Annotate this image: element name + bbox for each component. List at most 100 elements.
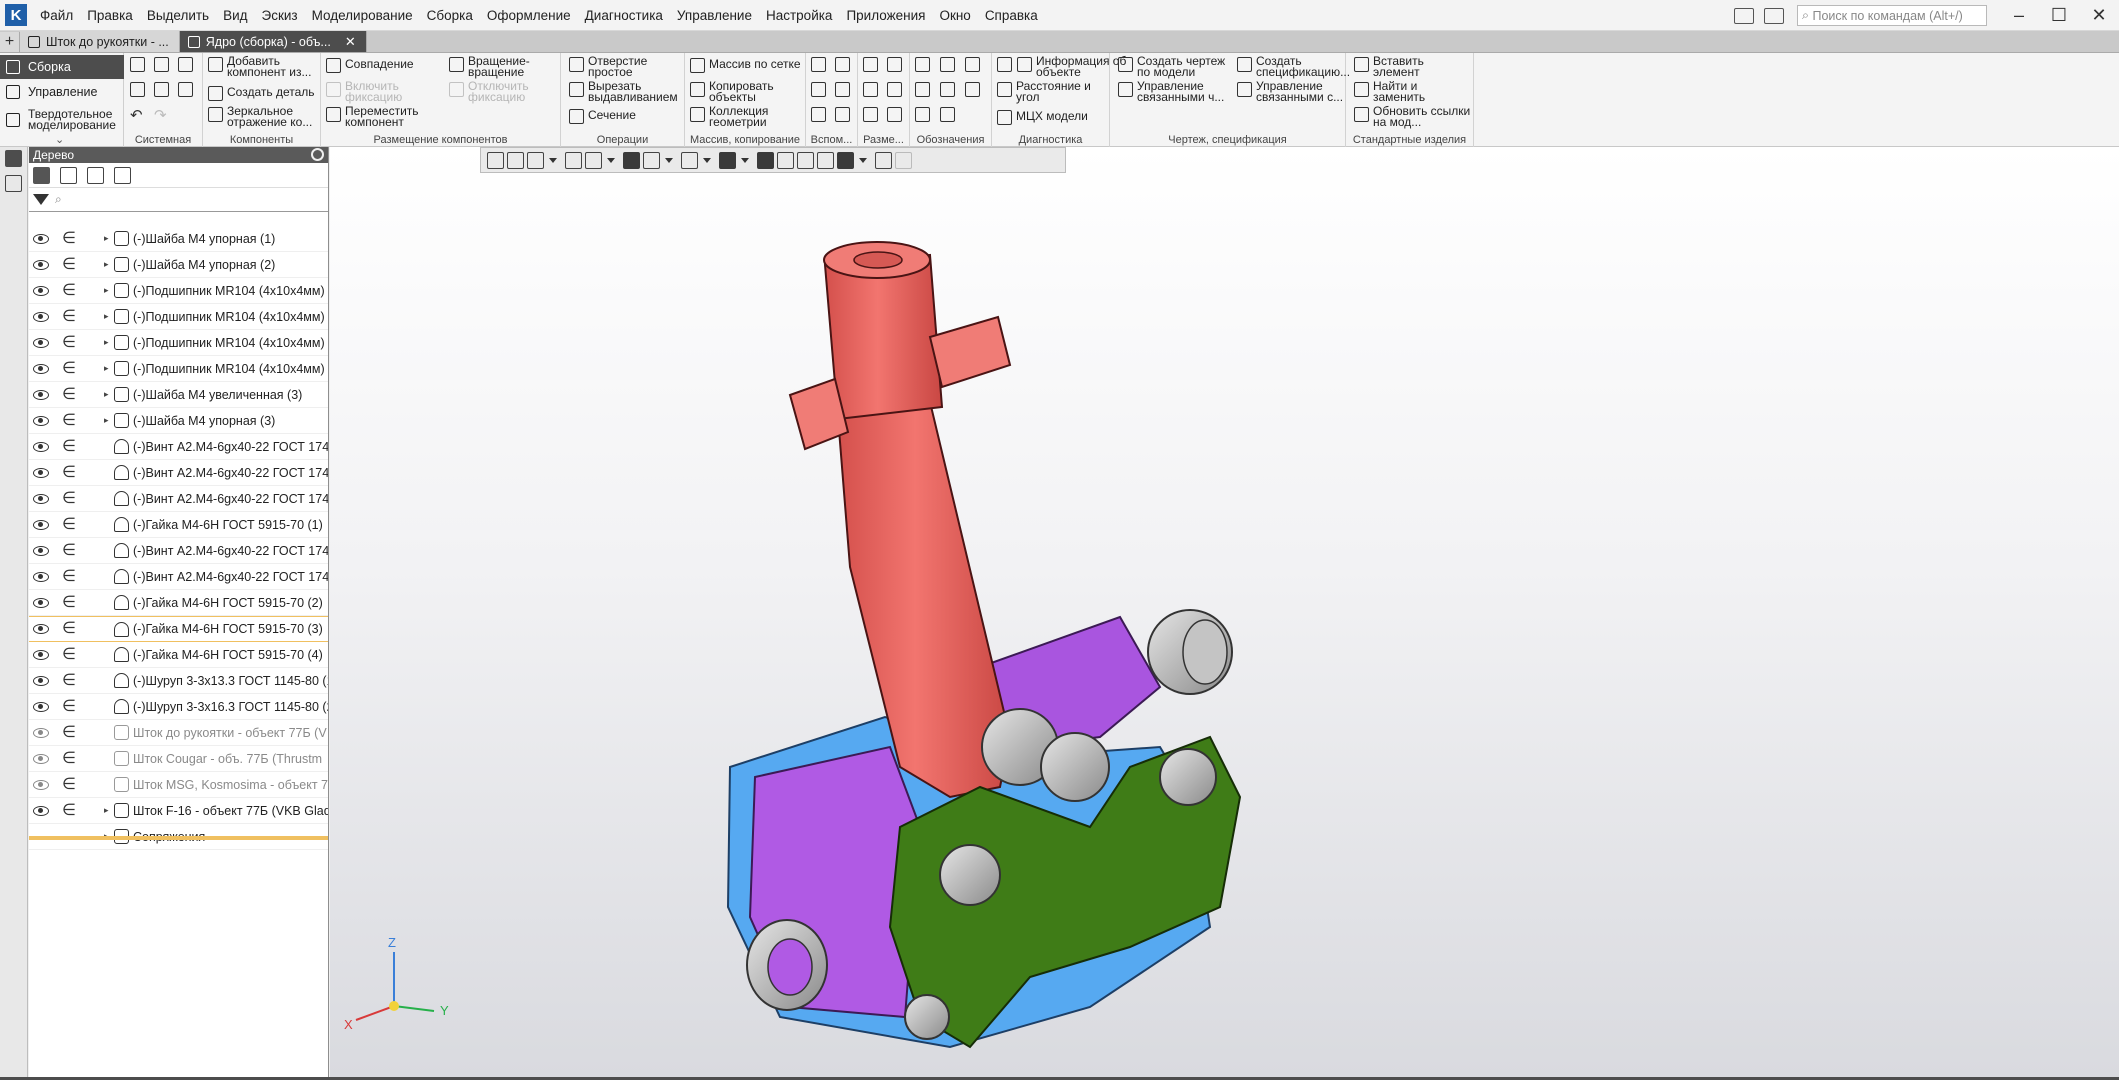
- insert-element-button[interactable]: Вставить элемент: [1354, 55, 1463, 78]
- measure-icon[interactable]: [997, 57, 1012, 72]
- axis-icon[interactable]: [835, 57, 850, 72]
- expand-arrow-icon[interactable]: ▸: [104, 259, 109, 270]
- visibility-icon[interactable]: [719, 151, 736, 169]
- create-part-button[interactable]: Создать деталь: [208, 85, 315, 101]
- filter-icon[interactable]: [33, 194, 49, 205]
- rotate-view-icon[interactable]: [585, 151, 602, 169]
- simple-hole-button[interactable]: Отверстие простое: [569, 55, 654, 78]
- redo-icon[interactable]: ↷: [154, 106, 167, 124]
- tree-row[interactable]: ∈ (-)Гайка М4-6Н ГОСТ 5915-70 (3): [29, 616, 328, 642]
- mass-properties-button[interactable]: МЦХ модели: [997, 109, 1088, 125]
- include-in-spec-icon[interactable]: ∈: [62, 564, 76, 590]
- tab-document-2[interactable]: Ядро (сборка) - объ... ✕: [179, 31, 367, 52]
- layers-icon[interactable]: [875, 151, 892, 169]
- screw-2[interactable]: [1159, 748, 1217, 806]
- expand-arrow-icon[interactable]: ▸: [104, 285, 109, 296]
- view-orient-icon[interactable]: [487, 151, 504, 169]
- linear-dim-icon[interactable]: [863, 57, 878, 72]
- pencil-icon[interactable]: [895, 151, 912, 169]
- eye-icon[interactable]: [33, 624, 49, 634]
- cs-icon[interactable]: [835, 82, 850, 97]
- grid-icon[interactable]: [835, 107, 850, 122]
- include-in-spec-icon[interactable]: ∈: [62, 512, 76, 538]
- plane-icon[interactable]: [811, 57, 826, 72]
- text-note-icon[interactable]: [915, 107, 930, 122]
- tree-panel-icon[interactable]: [5, 150, 22, 167]
- include-in-spec-icon[interactable]: ∈: [62, 772, 76, 798]
- move-component-button[interactable]: Переместить компонент: [326, 105, 425, 128]
- links-view-icon[interactable]: [87, 166, 104, 184]
- copy-objects-button[interactable]: Копировать объекты: [690, 80, 779, 103]
- tree-row[interactable]: ∈ ▸ (-)Шайба М4 упорная (1): [29, 226, 328, 252]
- command-search-input[interactable]: ⌕ Поиск по командам (Alt+/): [1797, 5, 1987, 26]
- point-icon[interactable]: [811, 82, 826, 97]
- chain-dim-icon[interactable]: [887, 107, 902, 122]
- extrude-cut-button[interactable]: Вырезать выдавливанием: [569, 80, 683, 103]
- base-icon[interactable]: [940, 57, 955, 72]
- expand-arrow-icon[interactable]: ▸: [104, 233, 109, 244]
- line-icon[interactable]: [811, 107, 826, 122]
- pan-icon[interactable]: [565, 151, 582, 169]
- include-in-spec-icon[interactable]: ∈: [62, 798, 76, 824]
- tree-row[interactable]: ∈ Шток MSG, Kosmosima - объект 7: [29, 772, 328, 798]
- build-order-icon[interactable]: [60, 166, 77, 184]
- screw-3[interactable]: [904, 994, 950, 1040]
- eye-icon[interactable]: [33, 233, 49, 244]
- normal-to-icon[interactable]: [817, 151, 834, 169]
- section-view-icon[interactable]: [757, 151, 774, 169]
- include-in-spec-icon[interactable]: ∈: [62, 694, 76, 720]
- ribbon-expand-icon[interactable]: ⌄: [55, 133, 64, 146]
- mode-solid-modeling[interactable]: Твердотельное моделирование: [0, 105, 124, 135]
- position-icon[interactable]: [940, 107, 955, 122]
- expand-arrow-icon[interactable]: ▸: [104, 805, 109, 816]
- assembly-model-render[interactable]: Z Y X: [330, 147, 2119, 1077]
- eye-icon[interactable]: [33, 337, 49, 348]
- eye-icon[interactable]: [33, 597, 49, 608]
- include-in-spec-icon[interactable]: ∈: [62, 356, 76, 382]
- eye-icon[interactable]: [33, 389, 49, 400]
- open-folder-icon[interactable]: [154, 57, 169, 72]
- eye-hidden-icon[interactable]: [33, 753, 49, 764]
- include-in-spec-icon[interactable]: ∈: [62, 668, 76, 694]
- tree-row[interactable]: ∈ (-)Винт А2.М4-6gх40-22 ГОСТ 17475: [29, 460, 328, 486]
- include-in-spec-icon[interactable]: ∈: [62, 486, 76, 512]
- save-icon[interactable]: [178, 57, 193, 72]
- coincidence-button[interactable]: Совпадение: [326, 57, 414, 73]
- mark-icon[interactable]: [940, 82, 955, 97]
- section-button[interactable]: Сечение: [569, 108, 636, 124]
- create-drawing-button[interactable]: Создать чертеж по модели: [1118, 55, 1229, 78]
- tree-row[interactable]: ∈ (-)Гайка М4-6Н ГОСТ 5915-70 (1): [29, 512, 328, 538]
- find-replace-button[interactable]: Найти и заменить: [1354, 80, 1463, 103]
- include-in-spec-icon[interactable]: ∈: [62, 252, 76, 278]
- eye-icon[interactable]: [33, 805, 49, 816]
- menu-design[interactable]: Оформление: [480, 0, 578, 31]
- screenshot-icon[interactable]: [1764, 7, 1784, 24]
- manage-linked-drawings-button[interactable]: Управление связанными ч...: [1118, 80, 1229, 103]
- include-in-spec-icon[interactable]: ∈: [62, 278, 76, 304]
- eye-icon[interactable]: [33, 519, 49, 530]
- chevron-down-icon[interactable]: [665, 157, 673, 163]
- minimize-button[interactable]: –: [1999, 5, 2039, 26]
- enable-fix-button[interactable]: Включить фиксацию: [326, 80, 417, 103]
- properties-panel-icon[interactable]: [5, 175, 22, 192]
- grid-array-button[interactable]: Массив по сетке: [690, 57, 801, 73]
- stick-lug-right[interactable]: [928, 315, 1012, 389]
- menu-edit[interactable]: Правка: [80, 0, 140, 31]
- tab-close-icon[interactable]: ✕: [345, 34, 356, 50]
- geometry-collection-button[interactable]: Коллекция геометрии: [690, 105, 779, 128]
- arc-dim-icon[interactable]: [863, 107, 878, 122]
- tree-row[interactable]: ∈ ▸ (-)Шайба М4 упорная (3): [29, 408, 328, 434]
- radius-dim-icon[interactable]: [863, 82, 878, 97]
- menu-file[interactable]: Файл: [33, 0, 80, 31]
- eye-icon[interactable]: [33, 415, 49, 426]
- panel-layout-icon[interactable]: [1734, 7, 1754, 24]
- update-links-button[interactable]: Обновить ссылки на мод...: [1354, 105, 1471, 128]
- tree-row[interactable]: ∈ ▸ Шток F-16 - объект 77Б (VKB Glad: [29, 798, 328, 824]
- tree-row[interactable]: ∈ ▸ (-)Подшипник MR104 (4х10х4мм) (4: [29, 304, 328, 330]
- display-mode-icon[interactable]: [643, 151, 660, 169]
- include-in-spec-icon[interactable]: ∈: [62, 382, 76, 408]
- leader-icon[interactable]: [915, 57, 930, 72]
- filter-icon[interactable]: [837, 151, 854, 169]
- shaded-edges-icon[interactable]: [623, 151, 640, 169]
- eye-hidden-icon[interactable]: [33, 779, 49, 790]
